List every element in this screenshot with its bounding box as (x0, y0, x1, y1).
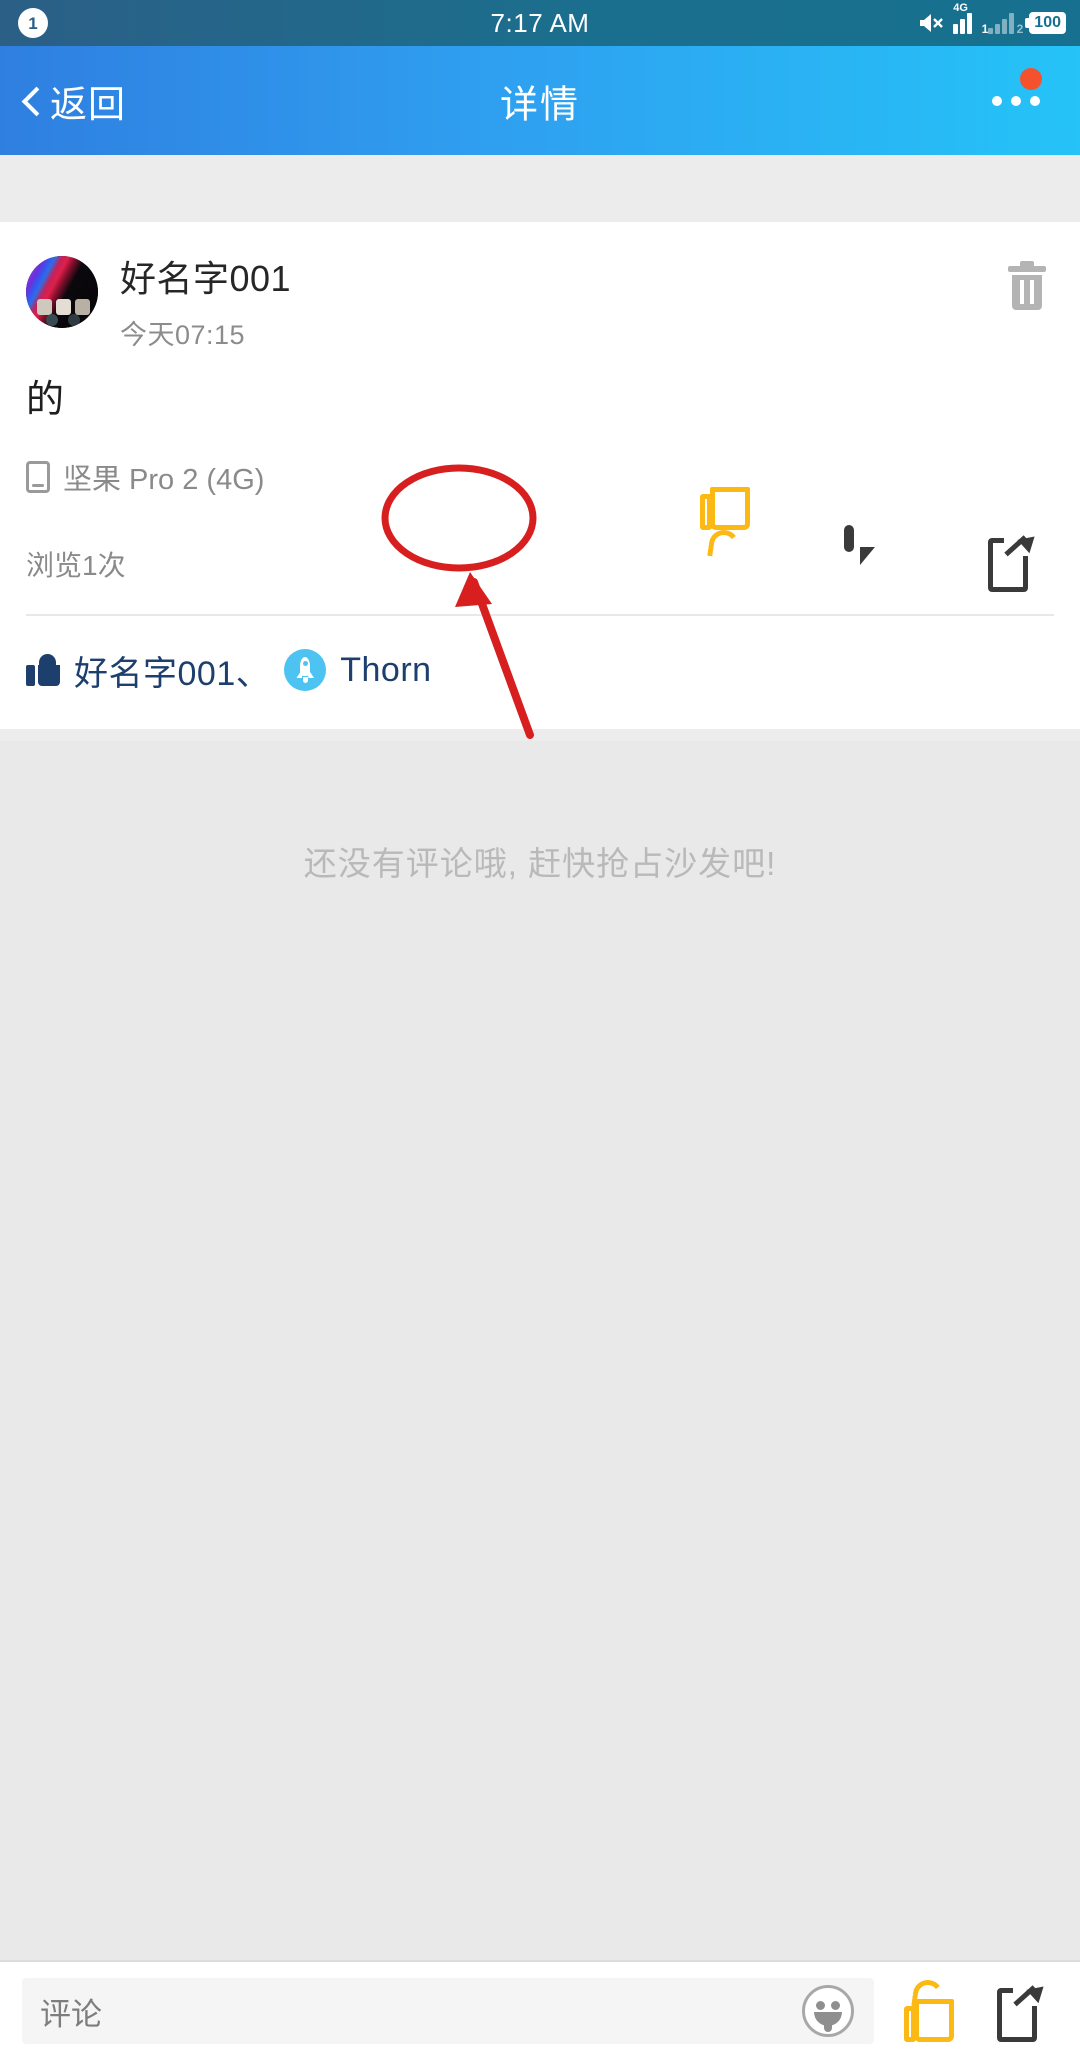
like-button[interactable] (700, 486, 766, 596)
speaker-mute-icon (918, 12, 944, 34)
view-count-label: 浏览1次 (26, 549, 126, 581)
post-header: 好名字001 今天07:15 (0, 222, 1080, 352)
avatar-app-icon (46, 314, 58, 326)
post-device-label: 坚果 Pro 2 (4G) (63, 463, 265, 496)
comment-button[interactable] (844, 524, 910, 596)
section-spacer (0, 155, 1080, 222)
comments-empty-text: 还没有评论哦, 赶快抢占沙发吧! (303, 845, 777, 882)
bottom-action-bar: 评论 (0, 1960, 1080, 2060)
share-button[interactable] (988, 529, 1054, 596)
post-device-row: 坚果 Pro 2 (4G) (26, 456, 1054, 498)
status-bar-right: 4G 1 2 100 (918, 3, 1066, 35)
network-type-label: 4G (953, 2, 968, 14)
app-root: 1 7:17 AM 4G 1 2 100 返回 详情 好名字001 今天07:1… (0, 0, 1080, 2060)
avatar-wallpaper (26, 256, 98, 328)
comments-area: 还没有评论哦, 赶快抢占沙发吧! (0, 741, 1080, 1960)
sim1-label: 1 (981, 22, 989, 36)
avatar[interactable] (26, 256, 98, 328)
comment-input[interactable]: 评论 (22, 1978, 874, 2044)
rocket-badge-icon (284, 649, 327, 692)
liker-name-first[interactable]: 好名字001、 (74, 646, 270, 695)
post-body: 的 坚果 Pro 2 (4G) (0, 352, 1080, 497)
navigation-bar: 返回 详情 (0, 46, 1080, 155)
sim2-label: 2 (1016, 22, 1024, 36)
likers-row[interactable]: 好名字001、 Thorn (0, 616, 1080, 729)
sim2-signal-icon: 2 (988, 12, 1023, 35)
avatar-app-icon (37, 299, 52, 315)
comment-bubble-icon (844, 524, 854, 552)
avatar-app-icon (68, 314, 80, 326)
trash-icon[interactable] (1008, 261, 1046, 310)
thumbs-up-icon (26, 654, 60, 687)
more-dots-icon[interactable] (992, 95, 1040, 106)
avatar-app-icon (56, 299, 71, 315)
phone-icon (26, 460, 50, 493)
post-stats-row: 浏览1次 (0, 486, 1080, 614)
avatar-app-icon (75, 299, 90, 315)
trash-lid (1008, 261, 1046, 272)
thumbs-up-icon (904, 1978, 962, 2042)
comment-input-placeholder: 评论 (40, 1996, 102, 2032)
bottom-like-button[interactable] (900, 1978, 966, 2042)
bottom-share-button[interactable] (992, 1980, 1058, 2042)
post-action-row (700, 486, 1054, 596)
battery-indicator: 100 (1029, 12, 1066, 34)
post-card: 好名字001 今天07:15 的 坚果 Pro 2 (4G) 浏览1次 好名字0… (0, 222, 1080, 729)
post-author-name[interactable]: 好名字001 (120, 258, 291, 299)
page-title: 详情 (499, 84, 580, 126)
share-icon (997, 1980, 1053, 2042)
post-author-meta: 好名字001 今天07:15 (120, 256, 291, 352)
status-bar: 1 7:17 AM 4G 1 2 100 (0, 0, 1080, 46)
liker-name-second[interactable]: Thorn (340, 651, 431, 690)
emoji-tongue-icon[interactable] (802, 1985, 854, 2037)
trash-body (1012, 275, 1042, 310)
post-content-text: 的 (26, 379, 65, 422)
sim1-signal-icon: 4G 1 (953, 3, 988, 35)
more-notification-dot (1020, 68, 1042, 90)
post-timestamp: 今天07:15 (120, 320, 246, 351)
